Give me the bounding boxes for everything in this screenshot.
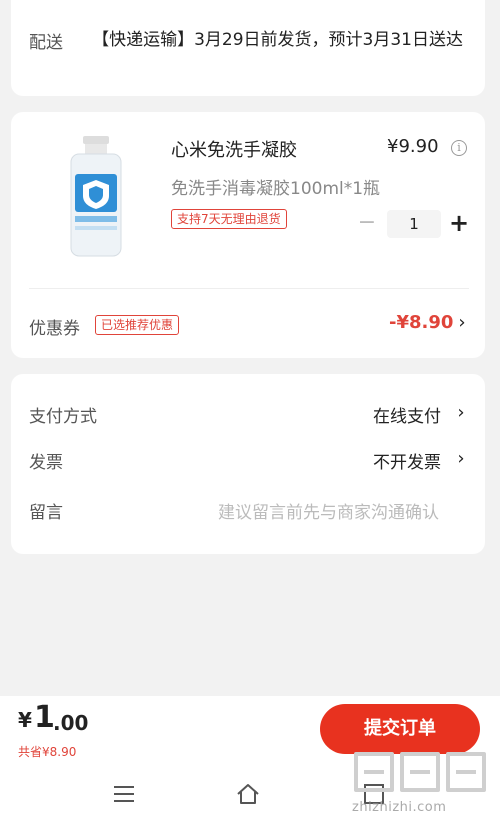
chevron-right-icon[interactable]: › bbox=[455, 449, 467, 469]
coupon-label: 优惠券 bbox=[29, 319, 80, 339]
total-currency: ¥ bbox=[18, 708, 32, 732]
divider bbox=[29, 288, 469, 289]
return-policy-badge: 支持7天无理由退货 bbox=[171, 209, 287, 229]
product-title[interactable]: 心米免洗手凝胶 bbox=[171, 136, 297, 162]
quantity-decrease-button[interactable]: − bbox=[355, 212, 379, 236]
info-icon[interactable]: i bbox=[451, 140, 467, 156]
payment-method-value[interactable]: 在线支付 bbox=[373, 402, 441, 427]
delivery-label: 配送 bbox=[29, 33, 63, 53]
watermark-text: zhizhizhi.com bbox=[352, 800, 447, 815]
invoice-label: 发票 bbox=[29, 453, 63, 473]
quantity-input[interactable]: 1 bbox=[387, 210, 441, 238]
submit-order-button[interactable]: 提交订单 bbox=[320, 704, 480, 754]
total-price-decimal: .00 bbox=[53, 711, 89, 735]
message-label: 留言 bbox=[29, 503, 63, 523]
product-card: 心米免洗手凝胶 ¥9.90 i 免洗手消毒凝胶100ml*1瓶 支持7天无理由退… bbox=[11, 112, 485, 358]
coupon-value[interactable]: -¥8.90 bbox=[389, 312, 453, 333]
chevron-right-icon[interactable]: › bbox=[455, 403, 467, 423]
product-price: ¥9.90 bbox=[387, 136, 439, 157]
total-price-integer: 1 bbox=[34, 700, 55, 735]
quantity-increase-button[interactable]: + bbox=[447, 209, 471, 237]
product-image[interactable] bbox=[63, 134, 129, 258]
invoice-value[interactable]: 不开发票 bbox=[373, 448, 441, 473]
menu-icon[interactable] bbox=[110, 780, 138, 808]
chevron-right-icon[interactable]: › bbox=[456, 313, 468, 333]
delivery-info: 【快递运输】3月29日前发货，预计3月31日送达 bbox=[92, 30, 463, 50]
delivery-card: 运费 配送 【快递运输】3月29日前发货，预计3月31日送达 bbox=[11, 0, 485, 96]
product-spec: 免洗手消毒凝胶100ml*1瓶 bbox=[171, 179, 381, 199]
order-options-card: 支付方式 在线支付 › 发票 不开发票 › 留言 建议留言前先与商家沟通确认 bbox=[11, 374, 485, 554]
home-icon[interactable] bbox=[234, 780, 262, 808]
coupon-recommend-badge: 已选推荐优惠 bbox=[95, 315, 180, 335]
savings-text: 共省¥8.90 bbox=[18, 745, 77, 759]
payment-method-label: 支付方式 bbox=[29, 407, 97, 427]
message-input[interactable]: 建议留言前先与商家沟通确认 bbox=[218, 498, 439, 523]
